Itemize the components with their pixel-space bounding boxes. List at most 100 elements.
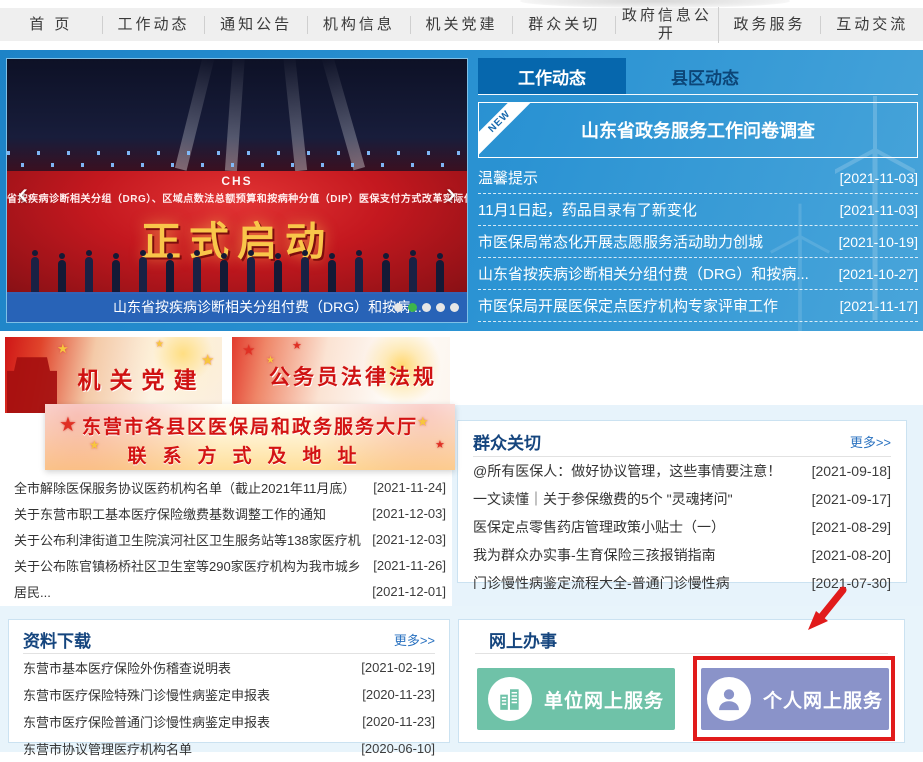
notice-date: [2021-11-24]: [365, 480, 446, 495]
news-date: [2021-11-17]: [832, 298, 918, 314]
work-news-panel: 工作动态 县区动态 NEW 山东省政务服务工作问卷调查 温馨提示 [2021-1…: [478, 58, 918, 324]
concern-date: [2021-09-18]: [804, 463, 891, 479]
download-link[interactable]: 东营市基本医疗保险外伤稽查说明表: [23, 658, 231, 677]
download-date: [2020-11-23]: [354, 687, 435, 702]
nav-item-gov-service[interactable]: 政务服务: [719, 16, 822, 34]
nav-item-party[interactable]: 机关党建: [411, 16, 514, 34]
star-icon: ★: [242, 341, 255, 359]
contact-banner-line2: 联系方式及地址: [45, 441, 455, 468]
nav-item-home[interactable]: 首 页: [0, 16, 103, 34]
concern-link[interactable]: 医保定点零售药店管理政策小贴士（一）: [473, 517, 725, 537]
list-item: 11月1日起，药品目录有了新变化 [2021-11-03]: [478, 194, 918, 226]
carousel-dots: [394, 303, 459, 312]
news-date: [2021-10-27]: [831, 266, 918, 282]
nav-item-interaction[interactable]: 互动交流: [821, 16, 923, 34]
download-link[interactable]: 东营市协议管理医疗机构名单: [23, 739, 192, 758]
notice-link[interactable]: 关于东营市职工基本医疗保险缴费基数调整工作的通知: [14, 504, 326, 523]
party-banner-label: 机关党建: [33, 361, 222, 395]
contact-info-banner[interactable]: ★ ★ ★ ★ 东营市各县区医保局和政务服务大厅 联系方式及地址: [45, 404, 455, 470]
list-item: 关于东营市职工基本医疗保险缴费基数调整工作的通知 [2021-12-03]: [14, 500, 446, 526]
tab-county-news[interactable]: 县区动态: [640, 58, 770, 94]
personal-service-label: 个人网上服务: [763, 686, 883, 713]
notice-date: [2021-12-03]: [364, 506, 446, 521]
concern-link[interactable]: @所有医保人：做好协议管理，这些事情要注意！: [473, 461, 781, 481]
star-icon: ★: [57, 341, 69, 357]
list-item: 一文读懂｜关于参保缴费的5个 "灵魂拷问" [2021-09-17]: [473, 485, 891, 513]
list-item: 山东省按疾病诊断相关分组付费（DRG）和按病... [2021-10-27]: [478, 258, 918, 290]
concern-link[interactable]: 门诊慢性病鉴定流程大全-普通门诊慢性病: [473, 573, 730, 593]
party-building-banner[interactable]: ★ ★ ★ 机关党建: [5, 337, 222, 413]
news-link[interactable]: 温馨提示: [478, 167, 538, 188]
more-link[interactable]: 更多>>: [850, 432, 891, 451]
list-item: 东营市协议管理医疗机构名单 [2020-06-10]: [23, 735, 435, 762]
notice-date: [2021-12-03]: [364, 532, 446, 547]
work-news-list: 温馨提示 [2021-11-03] 11月1日起，药品目录有了新变化 [2021…: [478, 162, 918, 322]
concern-link[interactable]: 我为群众办实事-生育保险三孩报销指南: [473, 545, 716, 565]
person-icon: [707, 677, 751, 721]
star-icon: ★: [59, 412, 77, 437]
star-icon: ★: [435, 438, 445, 451]
concern-date: [2021-08-29]: [804, 519, 891, 535]
notice-link[interactable]: 全市解除医保服务协议医药机构名单（截止2021年11月底）: [14, 478, 355, 497]
chs-logo: CHS: [7, 171, 467, 188]
carousel-dot[interactable]: [436, 303, 445, 312]
notice-link[interactable]: 居民...: [14, 582, 51, 601]
notice-date: [2021-11-26]: [365, 558, 446, 573]
list-item: 全市解除医保服务协议医药机构名单（截止2021年11月底） [2021-11-2…: [14, 474, 446, 500]
news-link[interactable]: 市医保局常态化开展志愿服务活动助力创城: [478, 231, 763, 252]
nav-item-org-info[interactable]: 机构信息: [308, 16, 411, 34]
carousel-dot[interactable]: [450, 303, 459, 312]
carousel: CHS 省按疾病诊断相关分组（DRG）、区域点数法总额预算和按病种分值（DIP）…: [6, 58, 468, 323]
news-date: [2021-10-19]: [831, 234, 918, 250]
concern-date: [2021-09-17]: [804, 491, 891, 507]
personal-online-service-button[interactable]: 个人网上服务: [701, 668, 889, 730]
list-item: @所有医保人：做好协议管理，这些事情要注意！ [2021-09-18]: [473, 457, 891, 485]
section-title: 资料下载: [23, 627, 91, 652]
carousel-dot[interactable]: [394, 303, 403, 312]
carousel-caption[interactable]: 山东省按疾病诊断相关分组付费（DRG）和按病...: [113, 297, 422, 317]
nav-item-gov-info[interactable]: 政府信息公开: [616, 7, 719, 43]
list-item: 医保定点零售药店管理政策小贴士（一） [2021-08-29]: [473, 513, 891, 541]
nav-item-public-concern[interactable]: 群众关切: [513, 16, 616, 34]
carousel-prev-icon[interactable]: ‹: [12, 177, 34, 213]
notice-link[interactable]: 关于公布陈官镇杨桥社区卫生室等290家医疗机构为我市城乡: [14, 556, 361, 575]
list-item: 我为群众办实事-生育保险三孩报销指南 [2021-08-20]: [473, 541, 891, 569]
list-item: 温馨提示 [2021-11-03]: [478, 162, 918, 194]
slide-photo-audience: [7, 59, 467, 171]
unit-online-service-button[interactable]: 单位网上服务: [477, 668, 675, 730]
news-link[interactable]: 11月1日起，药品目录有了新变化: [478, 199, 697, 220]
carousel-next-icon[interactable]: ›: [440, 177, 462, 213]
news-link[interactable]: 市医保局开展医保定点医疗机构专家评审工作: [478, 295, 778, 316]
notice-date: [2021-12-01]: [364, 584, 446, 599]
stage-banner-text: 省按疾病诊断相关分组（DRG）、区域点数法总额预算和按病种分值（DIP）医保支付…: [7, 190, 467, 205]
online-services-section: 网上办事 单位网上服务 个人网上服务: [458, 619, 905, 743]
contact-banner-line1: 东营市各县区医保局和政务服务大厅: [45, 412, 455, 439]
crowd-silhouettes: [7, 248, 467, 292]
tab-work-news[interactable]: 工作动态: [478, 58, 626, 94]
downloads-section: 资料下载 更多>> 东营市基本医疗保险外伤稽查说明表 [2021-02-19] …: [8, 619, 450, 743]
building-icon: [488, 677, 532, 721]
star-icon: ★: [417, 414, 429, 430]
unit-service-label: 单位网上服务: [544, 686, 664, 713]
download-link[interactable]: 东营市医疗保险特殊门诊慢性病鉴定申报表: [23, 685, 270, 704]
news-link[interactable]: 山东省按疾病诊断相关分组付费（DRG）和按病...: [478, 263, 809, 284]
notice-link[interactable]: 关于公布利津街道卫生院滨河社区卫生服务站等138家医疗机: [14, 530, 361, 549]
nav-item-work-news[interactable]: 工作动态: [103, 16, 206, 34]
notice-list: 全市解除医保服务协议医药机构名单（截止2021年11月底） [2021-11-2…: [14, 474, 446, 604]
main-nav: 首 页 工作动态 通知公告 机构信息 机关党建 群众关切 政府信息公开 政务服务…: [0, 8, 923, 41]
civil-servant-law-banner[interactable]: ★ ★ ★ 公务员法律法规: [232, 337, 450, 413]
featured-survey-link[interactable]: NEW 山东省政务服务工作问卷调查: [478, 102, 918, 158]
carousel-dot[interactable]: [422, 303, 431, 312]
list-item: 东营市医疗保险特殊门诊慢性病鉴定申报表 [2020-11-23]: [23, 681, 435, 708]
carousel-dot-active[interactable]: [408, 303, 417, 312]
download-link[interactable]: 东营市医疗保险普通门诊慢性病鉴定申报表: [23, 712, 270, 731]
nav-item-notices[interactable]: 通知公告: [205, 16, 308, 34]
list-item: 市医保局常态化开展志愿服务活动助力创城 [2021-10-19]: [478, 226, 918, 258]
star-icon: ★: [89, 438, 100, 452]
hero-section: CHS 省按疾病诊断相关分组（DRG）、区域点数法总额预算和按病种分值（DIP）…: [0, 50, 923, 331]
featured-title: 山东省政务服务工作问卷调查: [581, 117, 815, 143]
news-date: [2021-11-03]: [832, 202, 918, 218]
concern-link[interactable]: 一文读懂｜关于参保缴费的5个 "灵魂拷问": [473, 489, 733, 509]
download-date: [2020-11-23]: [354, 714, 435, 729]
more-link[interactable]: 更多>>: [394, 630, 435, 649]
